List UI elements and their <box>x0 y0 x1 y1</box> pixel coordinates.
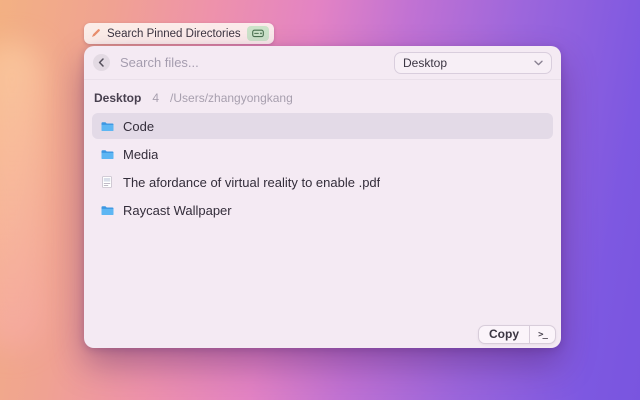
pdf-file-icon <box>100 176 114 188</box>
footer-actions: Copy >_ <box>478 325 556 344</box>
list-item[interactable]: Media <box>92 141 553 167</box>
extension-title-badge: Search Pinned Directories <box>84 23 274 44</box>
window-header: Desktop <box>84 46 561 80</box>
chevron-down-icon <box>534 60 543 65</box>
drive-badge <box>246 26 269 41</box>
directory-dropdown[interactable]: Desktop <box>394 51 552 74</box>
list-item[interactable]: The afordance of virtual reality to enab… <box>92 169 553 195</box>
terminal-button[interactable]: >_ <box>529 326 555 343</box>
wallpaper-brush-stroke <box>0 42 44 350</box>
back-button[interactable] <box>93 54 110 71</box>
folder-icon <box>100 205 114 216</box>
action-button-group: Copy >_ <box>478 325 556 344</box>
list-item-label: Raycast Wallpaper <box>123 202 232 218</box>
list-item[interactable]: Raycast Wallpaper <box>92 197 553 223</box>
copy-button[interactable]: Copy <box>479 326 529 343</box>
chevron-left-icon <box>98 58 104 67</box>
list-item-label: The afordance of virtual reality to enab… <box>123 174 381 190</box>
extension-title: Search Pinned Directories <box>107 27 241 40</box>
pencil-icon <box>91 25 101 43</box>
folder-icon <box>100 149 114 160</box>
search-pinned-directories-window: Desktop Desktop 4 /Users/zhangyongkang C… <box>84 46 561 348</box>
file-list: Code Media The afordance of virtual real… <box>84 113 561 223</box>
drive-icon <box>251 29 264 38</box>
dropdown-selected-value: Desktop <box>403 55 448 70</box>
desktop-wallpaper: Search Pinned Directories Desktop <box>0 0 640 400</box>
folder-icon <box>100 121 114 132</box>
breadcrumb-path: /Users/zhangyongkang <box>170 91 293 105</box>
search-input[interactable] <box>120 55 394 70</box>
list-item[interactable]: Code <box>92 113 553 139</box>
breadcrumb-count: 4 <box>152 91 160 105</box>
list-item-label: Code <box>123 118 155 134</box>
list-item-label: Media <box>123 146 159 162</box>
breadcrumb: Desktop 4 /Users/zhangyongkang <box>84 90 561 106</box>
breadcrumb-section: Desktop <box>94 91 142 105</box>
